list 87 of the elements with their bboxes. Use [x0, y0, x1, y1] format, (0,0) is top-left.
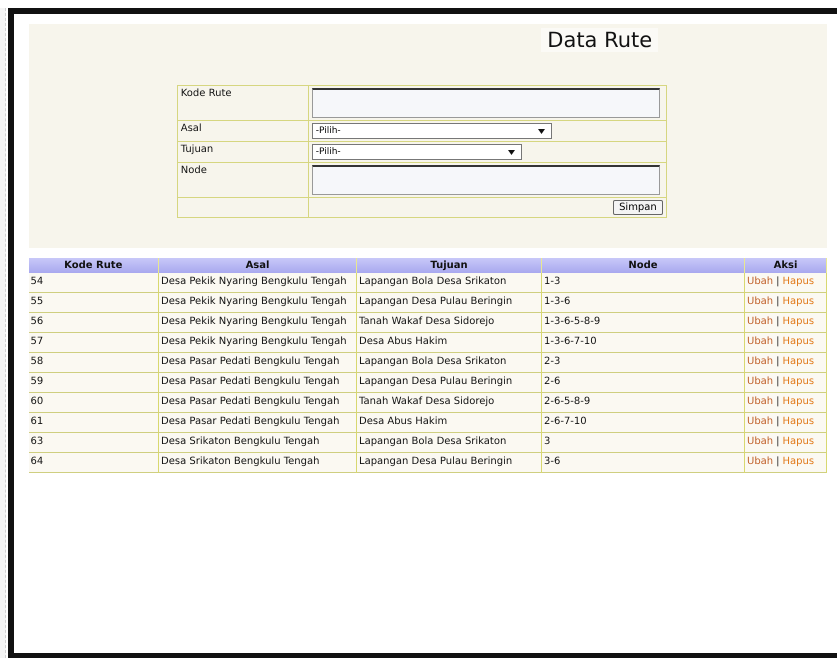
edit-link[interactable]: Ubah [747, 296, 774, 307]
separator: | [776, 296, 780, 307]
table-cell: 3 [542, 432, 744, 452]
edit-link[interactable]: Ubah [747, 456, 774, 467]
table-cell: 1-3-6-5-8-9 [542, 312, 744, 332]
table-cell: Desa Pekik Nyaring Bengkulu Tengah [158, 292, 356, 312]
table-cell: Lapangan Desa Pulau Beringin [356, 372, 542, 392]
separator: | [776, 376, 780, 387]
separator: | [776, 416, 780, 427]
table-cell: 61 [28, 412, 158, 432]
table-cell: 58 [28, 352, 158, 372]
delete-link[interactable]: Hapus [782, 296, 814, 307]
column-header: Aksi [744, 258, 826, 273]
separator: | [776, 276, 780, 287]
table-cell: 64 [28, 452, 158, 472]
table-cell: Desa Abus Hakim [356, 332, 542, 352]
save-button[interactable]: Simpan [613, 200, 663, 215]
edit-link[interactable]: Ubah [747, 396, 774, 407]
field-label: Kode Rute [180, 88, 232, 99]
table-cell: Desa Pasar Pedati Bengkulu Tengah [158, 352, 356, 372]
edit-link[interactable]: Ubah [747, 316, 774, 327]
table-cell: 1-3-6 [542, 292, 744, 312]
table-cell: Lapangan Bola Desa Srikaton [356, 432, 542, 452]
edit-link[interactable]: Ubah [747, 336, 774, 347]
table-cell: Lapangan Bola Desa Srikaton [356, 273, 542, 292]
table-cell: Desa Pasar Pedati Bengkulu Tengah [158, 372, 356, 392]
delete-link[interactable]: Hapus [782, 356, 814, 367]
table-cell: 2-6-7-10 [542, 412, 744, 432]
table-cell: 1-3-6-7-10 [542, 332, 744, 352]
table-cell: 1-3 [542, 273, 744, 292]
delete-link[interactable]: Hapus [782, 336, 814, 347]
delete-link[interactable]: Hapus [782, 456, 814, 467]
dropdown[interactable]: -Pilih- [312, 123, 552, 139]
column-header: Kode Rute [28, 258, 158, 273]
table-cell: 2-6 [542, 372, 744, 392]
caret-icon [538, 128, 545, 134]
table-cell: Desa Srikaton Bengkulu Tengah [158, 432, 356, 452]
field-label: Node [180, 165, 207, 176]
table-cell: 63 [28, 432, 158, 452]
table-cell: 2-6-5-8-9 [542, 392, 744, 412]
table-cell: Lapangan Bola Desa Srikaton [356, 352, 542, 372]
table-cell: Lapangan Desa Pulau Beringin [356, 292, 542, 312]
field-label: Tujuan [180, 144, 214, 155]
table-cell: Desa Pekik Nyaring Bengkulu Tengah [158, 332, 356, 352]
separator: | [776, 336, 780, 347]
column-header: Node [542, 258, 744, 273]
column-header: Asal [158, 258, 356, 273]
table-cell: 3-6 [542, 452, 744, 472]
table-cell: 59 [28, 372, 158, 392]
page-title: Data Rute [541, 28, 658, 52]
separator: | [776, 316, 780, 327]
field-label: Asal [180, 123, 202, 134]
table-cell: 55 [28, 292, 158, 312]
edit-link[interactable]: Ubah [747, 276, 774, 287]
separator: | [776, 436, 780, 447]
table-cell: Desa Srikaton Bengkulu Tengah [158, 452, 356, 472]
edit-link[interactable]: Ubah [747, 356, 774, 367]
edit-link[interactable]: Ubah [747, 416, 774, 427]
delete-link[interactable]: Hapus [782, 316, 814, 327]
table-cell: Desa Pekik Nyaring Bengkulu Tengah [158, 312, 356, 332]
column-header: Tujuan [356, 258, 542, 273]
table-cell: Lapangan Desa Pulau Beringin [356, 452, 542, 472]
table-cell: Desa Pasar Pedati Bengkulu Tengah [158, 392, 356, 412]
text-field[interactable] [312, 88, 660, 118]
table-cell: Desa Abus Hakim [356, 412, 542, 432]
delete-link[interactable]: Hapus [782, 376, 814, 387]
edit-link[interactable]: Ubah [747, 436, 774, 447]
separator: | [776, 456, 780, 467]
text-field[interactable] [312, 165, 660, 195]
table-cell: Tanah Wakaf Desa Sidorejo [356, 312, 542, 332]
edit-link[interactable]: Ubah [747, 376, 774, 387]
delete-link[interactable]: Hapus [782, 276, 814, 287]
table-cell: Tanah Wakaf Desa Sidorejo [356, 392, 542, 412]
table-cell: Desa Pasar Pedati Bengkulu Tengah [158, 412, 356, 432]
separator: | [776, 356, 780, 367]
table-cell: Desa Pekik Nyaring Bengkulu Tengah [158, 273, 356, 292]
table-cell: 60 [28, 392, 158, 412]
table-cell: 2-3 [542, 352, 744, 372]
table-cell: 57 [28, 332, 158, 352]
separator: | [776, 396, 780, 407]
delete-link[interactable]: Hapus [782, 416, 814, 427]
delete-link[interactable]: Hapus [782, 436, 814, 447]
delete-link[interactable]: Hapus [782, 396, 814, 407]
table-cell: 56 [28, 312, 158, 332]
dropdown[interactable]: -Pilih- [312, 144, 522, 160]
caret-icon [508, 150, 515, 154]
table-cell: 54 [28, 273, 158, 292]
